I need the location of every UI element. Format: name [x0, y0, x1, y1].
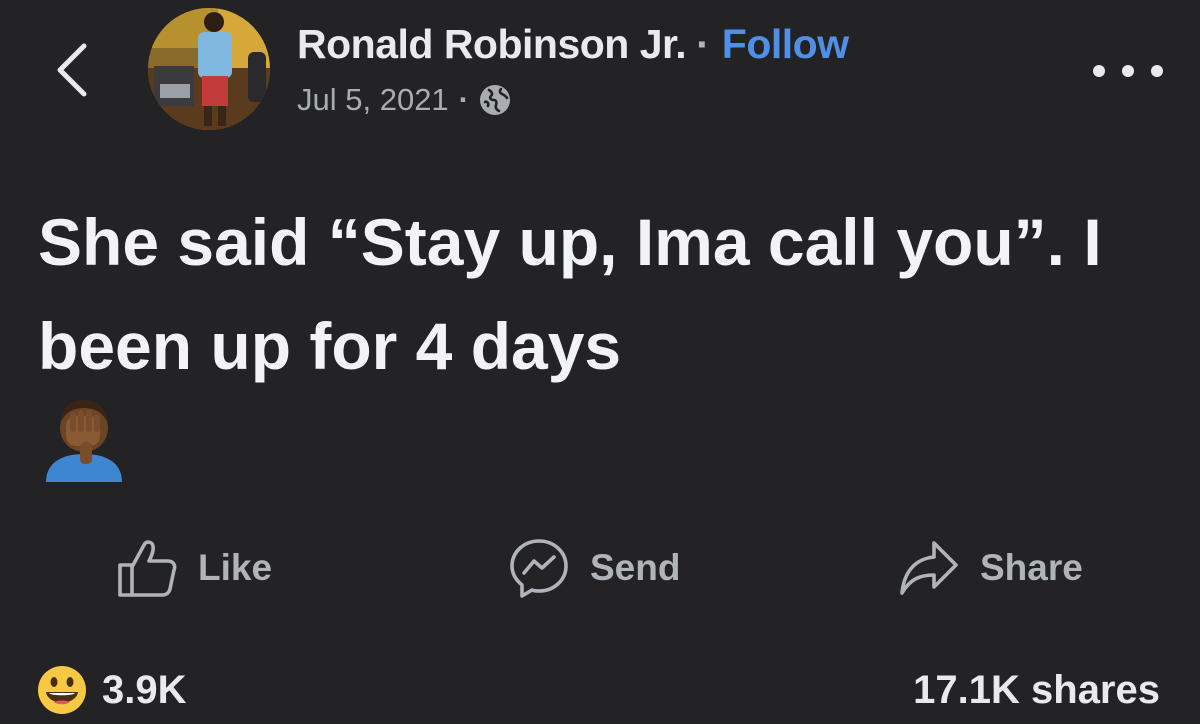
share-arrow-icon [900, 541, 958, 595]
share-label: Share [980, 547, 1083, 588]
post-header: Ronald Robinson Jr. · Follow [297, 16, 849, 72]
more-options-button[interactable] [1093, 56, 1163, 86]
follow-button[interactable]: Follow [722, 21, 849, 68]
grinning-face-emoji [38, 666, 86, 714]
share-button[interactable]: Share [898, 536, 1083, 600]
shares-count[interactable]: 17.1K shares [913, 662, 1160, 718]
like-button[interactable]: Like [116, 536, 272, 600]
reactions-summary[interactable]: 3.9K [36, 662, 187, 718]
name-separator: · [696, 20, 710, 67]
messenger-icon [510, 539, 568, 598]
reactions-count: 3.9K [102, 667, 187, 712]
send-label: Send [590, 547, 681, 588]
chevron-left-icon [57, 43, 87, 97]
post-meta: Jul 5, 2021 · [297, 80, 511, 120]
facepalm-emoji [42, 394, 126, 482]
avatar[interactable] [148, 8, 270, 130]
post-date[interactable]: Jul 5, 2021 [297, 82, 449, 118]
more-horizontal-icon [1122, 65, 1134, 77]
like-label: Like [198, 547, 273, 588]
author-name[interactable]: Ronald Robinson Jr. [297, 21, 687, 68]
send-button[interactable]: Send [508, 536, 680, 600]
post-text: She said “Stay up, Ima call you”. I been… [38, 205, 1102, 383]
globe-icon [479, 84, 511, 116]
back-button[interactable] [50, 38, 94, 102]
more-horizontal-icon [1151, 65, 1163, 77]
more-horizontal-icon [1093, 65, 1105, 77]
thumbs-up-icon [118, 540, 177, 597]
meta-separator: · [458, 82, 469, 117]
